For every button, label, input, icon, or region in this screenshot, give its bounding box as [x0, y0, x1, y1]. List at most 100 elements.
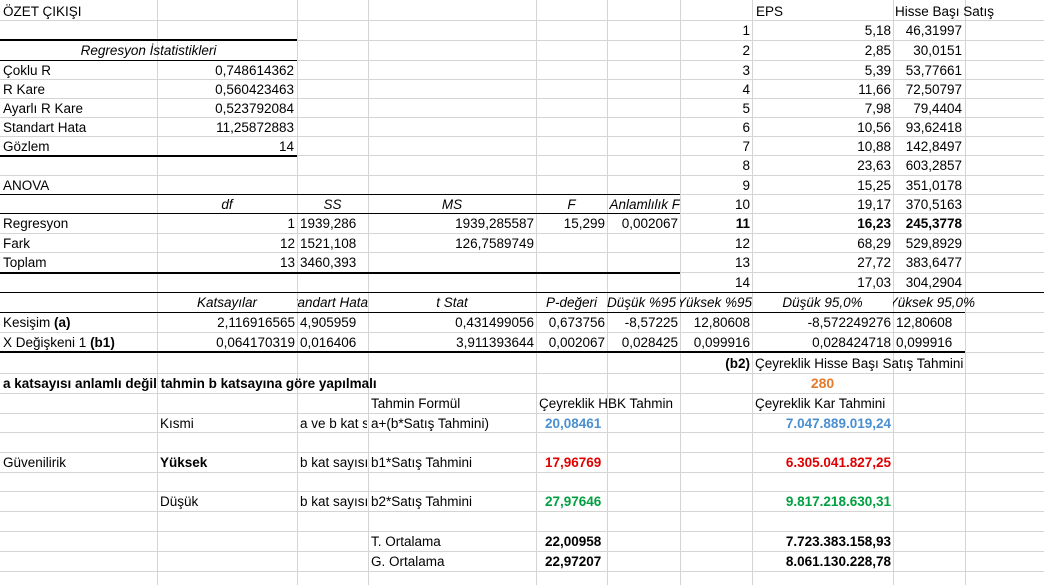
- hbs-value[interactable]: 529,8929: [893, 234, 962, 253]
- row-number[interactable]: 7: [680, 137, 750, 156]
- coef-cell[interactable]: 0,064170319: [157, 333, 295, 352]
- eps-value[interactable]: 7,98: [752, 99, 891, 118]
- coef-cell[interactable]: 0,028424718: [752, 333, 891, 352]
- eps-value[interactable]: 19,17: [752, 195, 891, 214]
- g-average-profit[interactable]: 8.061.130.228,78: [752, 552, 891, 571]
- summary-title: ÖZET ÇIKIŞI: [3, 4, 82, 19]
- eps-value[interactable]: 2,85: [752, 41, 891, 60]
- eps-value[interactable]: 17,03: [752, 273, 891, 292]
- formula-cell[interactable]: b2*Satış Tahmini: [371, 492, 535, 511]
- anova-row-label: Toplam: [3, 255, 47, 270]
- hbs-value[interactable]: 72,50797: [893, 80, 962, 99]
- eps-value[interactable]: 10,88: [752, 137, 891, 156]
- coef-cell[interactable]: 0,099916: [896, 333, 964, 352]
- eps-value[interactable]: 5,18: [752, 21, 891, 40]
- row-number[interactable]: 6: [680, 118, 750, 137]
- stat-value[interactable]: 0,523792084: [157, 99, 294, 118]
- eps-value[interactable]: 11,66: [752, 80, 891, 99]
- eps-value[interactable]: 15,25: [752, 176, 891, 195]
- anova-cell[interactable]: 3460,393: [300, 253, 366, 272]
- t-average-label: T. Ortalama: [371, 534, 441, 549]
- coef-header: t Stat: [436, 295, 468, 310]
- coef-cell[interactable]: -8,572249276: [752, 313, 891, 332]
- anova-cell[interactable]: 1939,285587: [368, 214, 534, 233]
- anova-cell[interactable]: 126,7589749: [368, 234, 534, 253]
- reg-stats-header: Regresyon İstatistikleri: [80, 43, 217, 58]
- eps-value[interactable]: 23,63: [752, 156, 891, 175]
- stat-label: Çoklu R: [3, 63, 52, 78]
- hbs-value[interactable]: 304,2904: [893, 273, 962, 292]
- hbs-value[interactable]: 30,0151: [893, 41, 962, 60]
- hbs-value[interactable]: 142,8497: [893, 137, 962, 156]
- row-number[interactable]: 3: [680, 61, 750, 80]
- anova-cell[interactable]: 1: [157, 214, 295, 233]
- row-number[interactable]: 10: [680, 195, 750, 214]
- stat-value[interactable]: 14: [157, 137, 294, 156]
- coef-cell[interactable]: 2,116916565: [157, 313, 295, 332]
- quarterly-sales-value[interactable]: 280: [752, 374, 893, 393]
- coef-cell[interactable]: -8,57225: [607, 313, 678, 332]
- coef-cell[interactable]: 0,016406: [300, 333, 366, 352]
- row-number[interactable]: 4: [680, 80, 750, 99]
- profit-value[interactable]: 7.047.889.019,24: [752, 414, 891, 433]
- anova-row-label: Regresyon: [3, 216, 69, 231]
- hbk-value[interactable]: 20,08461: [545, 414, 645, 433]
- formula-cell[interactable]: b1*Satış Tahmini: [371, 453, 535, 472]
- hbk-value[interactable]: 17,96769: [545, 453, 645, 472]
- note-text: a katsayısı anlamlı değil tahmin b katsa…: [3, 376, 377, 391]
- hbk-value[interactable]: 27,97646: [545, 492, 645, 511]
- t-average-profit[interactable]: 7.723.383.158,93: [752, 532, 891, 551]
- eps-value[interactable]: 16,23: [752, 214, 891, 233]
- anova-cell[interactable]: 1521,108: [300, 234, 366, 253]
- eps-value[interactable]: 10,56: [752, 118, 891, 137]
- coef-cell[interactable]: 0,673756: [536, 313, 605, 332]
- coef-header: Düşük 95,0%: [782, 295, 863, 310]
- hbs-value[interactable]: 245,3778: [893, 214, 962, 233]
- row-number[interactable]: 9: [680, 176, 750, 195]
- row-number[interactable]: 8: [680, 156, 750, 175]
- row-number[interactable]: 14: [680, 273, 750, 292]
- quarterly-sales-label: Çeyreklik Hisse Başı Satış Tahmini: [755, 356, 964, 371]
- eps-header: EPS: [756, 4, 784, 19]
- coef-cell[interactable]: 0,099916: [680, 333, 750, 352]
- coef-cell[interactable]: 0,028425: [607, 333, 678, 352]
- row-number[interactable]: 13: [680, 253, 750, 272]
- profit-value[interactable]: 6.305.041.827,25: [752, 453, 891, 472]
- row-number[interactable]: 12: [680, 234, 750, 253]
- stat-value[interactable]: 11,25872883: [157, 118, 294, 137]
- eps-value[interactable]: 5,39: [752, 61, 891, 80]
- hbs-value[interactable]: 93,62418: [893, 118, 962, 137]
- coef-cell[interactable]: 0,002067: [536, 333, 605, 352]
- row-number[interactable]: 1: [680, 21, 750, 40]
- hbs-value[interactable]: 370,5163: [893, 195, 962, 214]
- hbs-value[interactable]: 46,31997: [893, 21, 962, 40]
- row-number[interactable]: 5: [680, 99, 750, 118]
- eps-value[interactable]: 27,72: [752, 253, 891, 272]
- hbs-value[interactable]: 53,77661: [893, 61, 962, 80]
- g-average-hbk[interactable]: 22,97207: [545, 552, 645, 571]
- hbs-value[interactable]: 603,2857: [893, 156, 962, 175]
- hbs-value[interactable]: 79,4404: [893, 99, 962, 118]
- anova-cell[interactable]: 0,002067: [607, 214, 678, 233]
- anova-cell[interactable]: 1939,286: [300, 214, 366, 233]
- anova-cell[interactable]: 15,299: [536, 214, 605, 233]
- profit-value[interactable]: 9.817.218.630,31: [752, 492, 891, 511]
- formula-cell[interactable]: a+(b*Satış Tahmini): [371, 414, 535, 433]
- coef-cell[interactable]: 4,905959: [300, 313, 366, 332]
- eps-value[interactable]: 68,29: [752, 234, 891, 253]
- row-number[interactable]: 11: [680, 214, 750, 233]
- hbs-value[interactable]: 383,6477: [893, 253, 962, 272]
- t-average-hbk[interactable]: 22,00958: [545, 532, 645, 551]
- coef-cell[interactable]: 12,80608: [680, 313, 750, 332]
- anova-cell[interactable]: 13: [157, 253, 295, 272]
- row-number[interactable]: 2: [680, 41, 750, 60]
- anova-cell[interactable]: 12: [157, 234, 295, 253]
- coef-cell[interactable]: 3,911393644: [368, 333, 534, 352]
- stat-value[interactable]: 0,748614362: [157, 61, 294, 80]
- stat-value[interactable]: 0,560423463: [157, 80, 294, 99]
- g-average-label: G. Ortalama: [371, 554, 445, 569]
- reliability-label: Güvenilirik: [3, 455, 67, 470]
- hbs-value[interactable]: 351,0178: [893, 176, 962, 195]
- coef-cell[interactable]: 12,80608: [896, 313, 964, 332]
- coef-cell[interactable]: 0,431499056: [368, 313, 534, 332]
